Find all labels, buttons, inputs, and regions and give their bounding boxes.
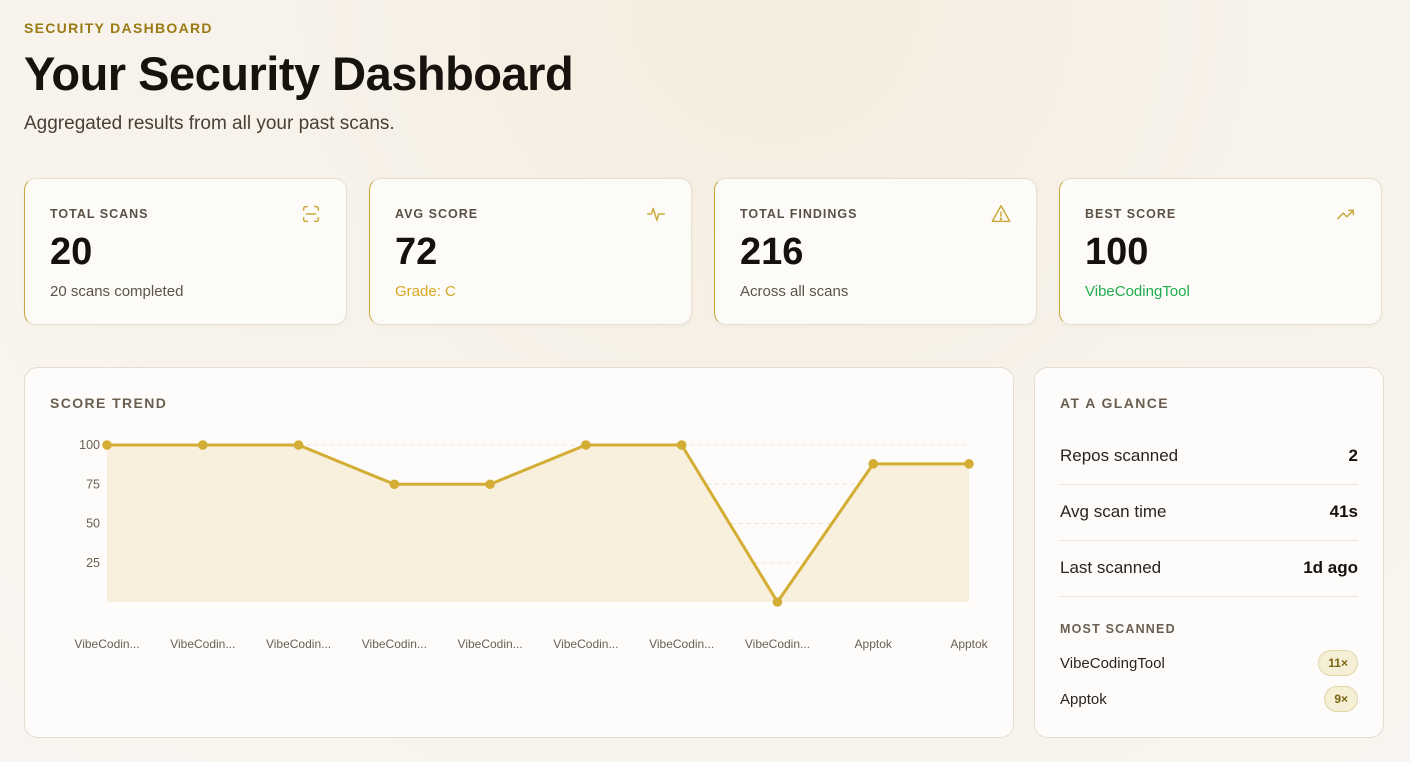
x-tick-label: VibeCodin... [458,637,523,651]
repo-name: Apptok [1060,690,1107,708]
data-point [293,440,304,450]
stat-subtext: Across all scans [740,283,849,300]
warning-icon [991,205,1011,223]
score-trend-chart: 25 50 75 100 VibeCodin... VibeCodin... VibeCo… [74,438,988,651]
glance-label: Last scanned [1060,558,1162,577]
repos-scanned-row: Repos scanned 2 [1060,428,1358,485]
x-tick-label: Apptok [950,637,988,651]
glance-value: 2 [1348,446,1358,465]
at-a-glance-panel: AT A GLANCE Repos scanned 2 Avg scan tim… [1034,367,1384,738]
best-score-card: BEST SCORE 100 VibeCodingTool [1059,178,1382,325]
data-point [197,440,208,450]
data-point [676,440,687,450]
data-point [581,440,591,450]
scan-count-badge: 9× [1324,686,1358,712]
data-point [485,479,495,490]
stat-value: 20 [50,231,93,273]
total-findings-card: TOTAL FINDINGS 216 Across all scans [714,178,1037,325]
score-trend-panel: SCORE TREND 25 50 75 100 VibeCodin... VibeCo… [24,367,1014,738]
y-tick-label: 50 [86,517,100,531]
x-tick-label: VibeCodin... [362,637,427,651]
stat-label: AVG SCORE [395,207,479,221]
scan-icon [302,205,320,223]
x-tick-label: VibeCodin... [266,637,331,651]
y-tick-label: 100 [79,438,100,452]
page-subtitle: Aggregated results from all your past sc… [24,113,395,134]
avg-score-card: AVG SCORE 72 Grade: C [369,178,692,325]
stat-value: 72 [395,231,438,273]
x-tick-label: VibeCodin... [745,637,810,651]
score-area [107,445,969,602]
data-point [964,459,974,469]
stat-value: 216 [740,231,804,273]
avg-scan-time-row: Avg scan time 41s [1060,484,1358,541]
repo-name: VibeCodingTool [1060,654,1165,672]
glance-value: 1d ago [1303,558,1358,577]
x-tick-label: VibeCodin... [74,637,139,651]
stat-label: TOTAL SCANS [50,207,149,221]
x-tick-label: VibeCodin... [649,637,714,651]
stat-subtext: 20 scans completed [50,283,184,300]
last-scanned-row: Last scanned 1d ago [1060,540,1358,597]
x-tick-label: VibeCodin... [170,637,235,651]
best-repo-link[interactable]: VibeCodingTool [1085,283,1190,300]
data-point [868,459,879,469]
total-scans-card: TOTAL SCANS 20 20 scans completed [24,178,347,325]
data-point [389,479,400,490]
glance-label: Repos scanned [1060,446,1179,465]
x-tick-label: Apptok [855,637,893,651]
page-title: Your Security Dashboard [24,47,574,100]
y-tick-label: 75 [86,477,100,491]
y-tick-label: 25 [86,556,100,570]
x-tick-label: VibeCodin... [553,637,618,651]
scan-count-badge: 11× [1318,650,1358,676]
stat-label: BEST SCORE [1085,207,1177,221]
grade-text: Grade: C [395,283,456,300]
data-point [102,440,112,450]
stat-label: TOTAL FINDINGS [740,207,858,221]
page-eyebrow: SECURITY DASHBOARD [24,20,213,36]
most-scanned-item[interactable]: Apptok 9× [1060,684,1358,714]
glance-label: Avg scan time [1060,502,1167,521]
glance-value: 41s [1329,502,1358,521]
data-point [772,597,783,607]
glance-title: AT A GLANCE [1060,395,1169,411]
most-scanned-title: MOST SCANNED [1060,622,1176,636]
most-scanned-item[interactable]: VibeCodingTool 11× [1060,648,1358,678]
stat-value: 100 [1085,231,1149,273]
activity-icon [647,207,665,222]
trending-up-icon [1337,209,1355,220]
